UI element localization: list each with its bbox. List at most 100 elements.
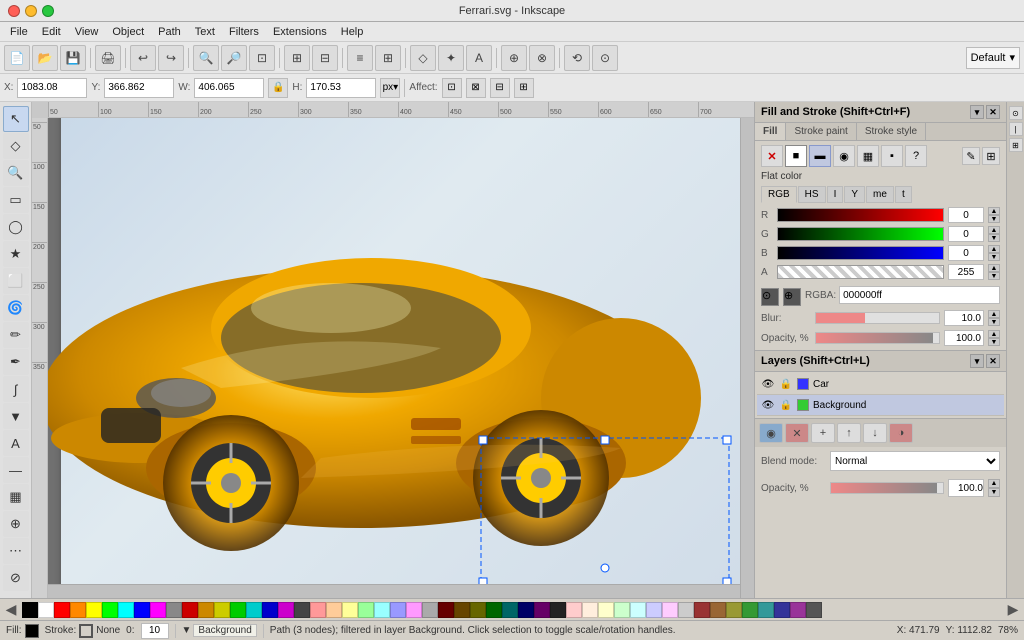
opacity-input[interactable] [944, 330, 984, 346]
lock-aspect-button[interactable]: 🔒 [268, 78, 288, 98]
hs-tab[interactable]: HS [798, 186, 826, 203]
layer-down-button[interactable]: ↓ [863, 423, 887, 443]
layer-row-car[interactable]: 👁 🔒 Car [757, 374, 1004, 395]
palette-scroll-left[interactable]: ◀ [0, 599, 22, 620]
palette-color-25[interactable] [422, 602, 438, 618]
distribute-button[interactable]: ⊞ [375, 45, 401, 71]
palette-color-4[interactable] [86, 602, 102, 618]
rgb-tab[interactable]: RGB [761, 186, 797, 203]
import-button[interactable]: ⊕ [501, 45, 527, 71]
palette-color-19[interactable] [326, 602, 342, 618]
affect-btn2[interactable]: ⊠ [466, 78, 486, 98]
palette-color-17[interactable] [294, 602, 310, 618]
palette-color-49[interactable] [806, 602, 822, 618]
paint-bucket-tool[interactable]: ▼ [3, 403, 29, 429]
tab-stroke-paint[interactable]: Stroke paint [786, 123, 856, 140]
text-tool-button[interactable]: A [466, 45, 492, 71]
canvas-area[interactable]: 50 100 150 200 250 300 350 400 450 500 5… [32, 102, 754, 598]
layer-opacity-slider[interactable] [830, 482, 944, 494]
affect-btn1[interactable]: ⊡ [442, 78, 462, 98]
layer-lock-bg[interactable]: 🔒 [779, 398, 793, 412]
palette-color-41[interactable] [678, 602, 694, 618]
opacity-down[interactable]: ▼ [988, 338, 1000, 346]
layer-color-button[interactable]: ◉ [759, 423, 783, 443]
menu-path[interactable]: Path [152, 24, 187, 40]
palette-color-8[interactable] [150, 602, 166, 618]
g-input[interactable] [948, 226, 984, 242]
gradient-tool[interactable]: ▦ [3, 484, 29, 510]
new-button[interactable]: 📄 [4, 45, 30, 71]
palette-color-42[interactable] [694, 602, 710, 618]
palette-color-28[interactable] [470, 602, 486, 618]
close-button[interactable] [8, 5, 20, 17]
r-input[interactable] [948, 207, 984, 223]
affect-btn3[interactable]: ⊟ [490, 78, 510, 98]
menu-file[interactable]: File [4, 24, 34, 40]
radial-gradient-button[interactable]: ◉ [833, 145, 855, 167]
rect-tool[interactable]: ▭ [3, 187, 29, 213]
palette-color-22[interactable] [374, 602, 390, 618]
palette-color-26[interactable] [438, 602, 454, 618]
palette-color-30[interactable] [502, 602, 518, 618]
palette-color-29[interactable] [486, 602, 502, 618]
opacity-slider[interactable] [815, 332, 940, 344]
tab-fill[interactable]: Fill [755, 123, 786, 140]
palette-color-2[interactable] [54, 602, 70, 618]
palette-color-34[interactable] [566, 602, 582, 618]
redo-button[interactable]: ↪ [158, 45, 184, 71]
palette-color-14[interactable] [246, 602, 262, 618]
units-button[interactable]: px▾ [380, 78, 400, 98]
layer-dup-button[interactable]: ◑ [889, 423, 913, 443]
menu-help[interactable]: Help [335, 24, 370, 40]
r-down[interactable]: ▼ [988, 215, 1000, 223]
palette-color-33[interactable] [550, 602, 566, 618]
flat-color-button[interactable]: ■ [785, 145, 807, 167]
ungroup-button[interactable]: ⊟ [312, 45, 338, 71]
zoom-fit-button[interactable]: ⊡ [249, 45, 275, 71]
layers-menu-icon[interactable]: ▾ [970, 354, 984, 368]
palette-color-9[interactable] [166, 602, 182, 618]
blur-up[interactable]: ▲ [988, 310, 1000, 318]
panel-close-icon[interactable]: ✕ [986, 105, 1000, 119]
text-tool[interactable]: A [3, 430, 29, 456]
layer-add-button[interactable]: + [811, 423, 835, 443]
layer-opacity-up[interactable]: ▲ [988, 479, 1000, 488]
palette-color-18[interactable] [310, 602, 326, 618]
print-button[interactable]: 🖨 [95, 45, 121, 71]
paint-server-button[interactable]: ⊞ [982, 147, 1000, 165]
star-tool[interactable]: ★ [3, 241, 29, 267]
a-slider[interactable] [777, 265, 944, 279]
window-controls[interactable] [8, 5, 54, 17]
y-tab[interactable]: Y [844, 186, 865, 203]
palette-color-44[interactable] [726, 602, 742, 618]
tweak-button[interactable]: ✦ [438, 45, 464, 71]
palette-color-6[interactable] [118, 602, 134, 618]
edit-gradient-button[interactable]: ✎ [962, 147, 980, 165]
palette-color-48[interactable] [790, 602, 806, 618]
layers-close-icon[interactable]: ✕ [986, 354, 1000, 368]
palette-color-3[interactable] [70, 602, 86, 618]
palette-color-16[interactable] [278, 602, 294, 618]
line-width-input[interactable] [141, 623, 169, 639]
guide-strip-btn[interactable]: | [1009, 122, 1023, 136]
palette-color-12[interactable] [214, 602, 230, 618]
palette-color-10[interactable] [182, 602, 198, 618]
align-button[interactable]: ≡ [347, 45, 373, 71]
b-input[interactable] [948, 245, 984, 261]
minimize-button[interactable] [25, 5, 37, 17]
snap-button[interactable]: ⊙ [592, 45, 618, 71]
g-up[interactable]: ▲ [988, 226, 1000, 234]
palette-color-27[interactable] [454, 602, 470, 618]
menu-text[interactable]: Text [189, 24, 221, 40]
zoom-tool[interactable]: 🔍 [3, 160, 29, 186]
layer-lock-car[interactable]: 🔒 [779, 377, 793, 391]
i-tab[interactable]: I [827, 186, 844, 203]
t-tab[interactable]: t [895, 186, 912, 203]
open-button[interactable]: 📂 [32, 45, 58, 71]
palette-color-24[interactable] [406, 602, 422, 618]
layer-opacity-down[interactable]: ▼ [988, 488, 1000, 497]
stroke-swatch[interactable] [79, 624, 93, 638]
g-down[interactable]: ▼ [988, 234, 1000, 242]
connector-tool[interactable]: — [3, 457, 29, 483]
palette-color-36[interactable] [598, 602, 614, 618]
